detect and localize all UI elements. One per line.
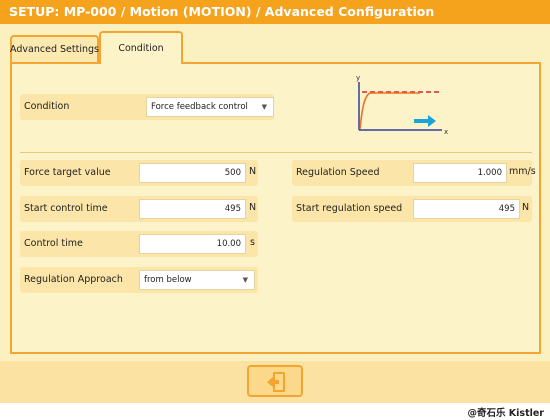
force-target-value: 500 bbox=[224, 168, 241, 178]
regulation-speed-input[interactable]: 1.000 bbox=[413, 163, 507, 183]
graph-x-label: x bbox=[444, 128, 448, 136]
start-regulation-speed-unit: N bbox=[522, 202, 530, 213]
force-target-label: Force target value bbox=[24, 167, 111, 178]
start-regulation-speed-label: Start regulation speed bbox=[296, 203, 403, 214]
condition-graph: y x bbox=[356, 74, 448, 136]
arrow-right-icon bbox=[414, 115, 436, 127]
chevron-down-icon: ▼ bbox=[242, 276, 248, 284]
tab-advanced-settings[interactable]: Advanced Settings bbox=[10, 35, 99, 62]
start-control-time-row: Start control time 495 N bbox=[20, 196, 258, 222]
exit-button[interactable] bbox=[247, 365, 303, 397]
condition-row: Condition Force feedback control ▼ bbox=[20, 94, 274, 120]
exit-icon bbox=[267, 372, 285, 392]
setup-window: SETUP: MP-000 / Motion (MOTION) / Advanc… bbox=[0, 0, 550, 403]
start-control-time-value: 495 bbox=[224, 204, 241, 214]
footer-bar bbox=[0, 361, 550, 403]
regulation-approach-value: from below bbox=[144, 275, 192, 285]
start-regulation-speed-row: Start regulation speed 495 N bbox=[292, 196, 532, 222]
condition-label: Condition bbox=[24, 101, 70, 112]
regulation-speed-unit: mm/s bbox=[509, 166, 536, 177]
start-regulation-speed-input[interactable]: 495 bbox=[413, 199, 520, 219]
graph-y-label: y bbox=[356, 74, 360, 82]
section-divider bbox=[20, 152, 532, 153]
watermark-text: @奇石乐 Kistler bbox=[467, 408, 544, 419]
regulation-approach-row: Regulation Approach from below ▼ bbox=[20, 267, 258, 293]
graph-force-curve bbox=[359, 92, 420, 130]
force-target-unit: N bbox=[249, 166, 257, 177]
control-time-value: 10.00 bbox=[216, 239, 241, 249]
force-target-input[interactable]: 500 bbox=[139, 163, 246, 183]
tab-condition[interactable]: Condition bbox=[99, 31, 183, 64]
start-control-time-label: Start control time bbox=[24, 203, 108, 214]
regulation-speed-row: Regulation Speed 1.000 mm/s bbox=[292, 160, 536, 186]
regulation-speed-value: 1.000 bbox=[477, 168, 502, 178]
window-title: SETUP: MP-000 / Motion (MOTION) / Advanc… bbox=[9, 4, 435, 19]
control-time-unit: s bbox=[250, 237, 255, 248]
regulation-speed-label: Regulation Speed bbox=[296, 167, 380, 178]
condition-select-value: Force feedback control bbox=[151, 102, 248, 112]
control-time-row: Control time 10.00 s bbox=[20, 231, 258, 257]
control-time-input[interactable]: 10.00 bbox=[139, 234, 246, 254]
regulation-approach-label: Regulation Approach bbox=[24, 274, 123, 285]
condition-select[interactable]: Force feedback control ▼ bbox=[146, 97, 274, 117]
regulation-approach-select[interactable]: from below ▼ bbox=[139, 270, 255, 290]
start-control-time-unit: N bbox=[249, 202, 257, 213]
control-time-label: Control time bbox=[24, 238, 83, 249]
force-target-row: Force target value 500 N bbox=[20, 160, 258, 186]
start-regulation-speed-value: 495 bbox=[498, 204, 515, 214]
title-bar: SETUP: MP-000 / Motion (MOTION) / Advanc… bbox=[0, 0, 550, 24]
start-control-time-input[interactable]: 495 bbox=[139, 199, 246, 219]
chevron-down-icon: ▼ bbox=[261, 103, 267, 111]
condition-panel: Condition Force feedback control ▼ y x F… bbox=[10, 62, 541, 354]
